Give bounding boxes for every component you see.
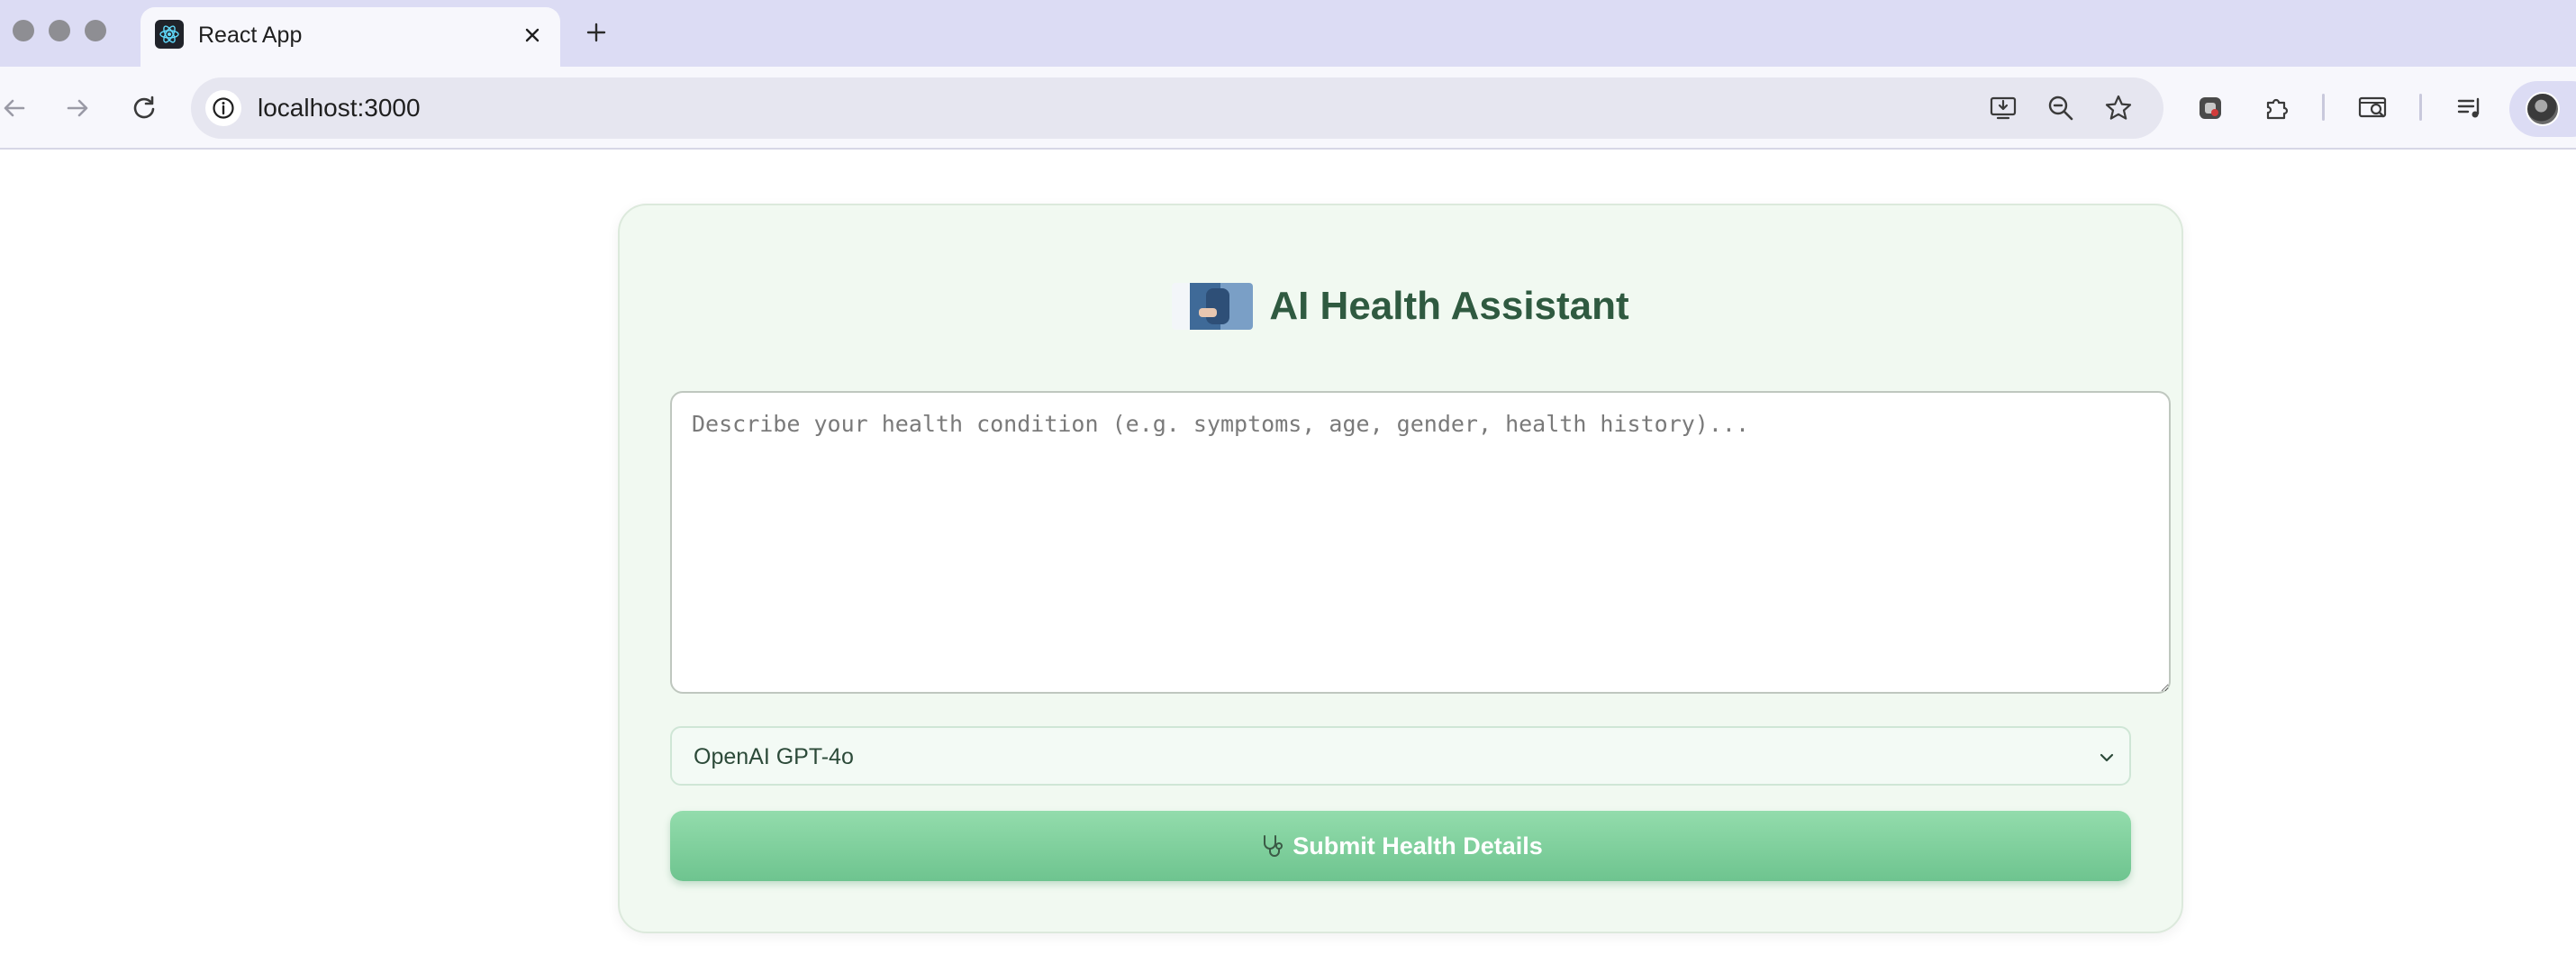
doctor-image bbox=[1172, 283, 1254, 330]
toolbar-divider bbox=[2322, 94, 2325, 121]
health-condition-textarea[interactable] bbox=[670, 391, 2171, 694]
react-logo-icon bbox=[155, 20, 184, 49]
header: AI Health Assistant bbox=[620, 281, 2181, 332]
extension-icon[interactable] bbox=[2192, 90, 2228, 126]
new-tab-plus-icon[interactable] bbox=[580, 16, 612, 49]
address-url[interactable]: localhost:3000 bbox=[258, 93, 421, 123]
zoom-out-icon[interactable] bbox=[2043, 90, 2079, 126]
forward-arrow-icon[interactable] bbox=[59, 90, 95, 126]
address-bar[interactable]: localhost:3000 bbox=[191, 77, 2163, 139]
browser-toolbar: localhost:3000 bbox=[0, 67, 2576, 150]
stethoscope-icon bbox=[1258, 832, 1285, 859]
page-title: AI Health Assistant bbox=[1269, 284, 1629, 328]
window-minimize-dot[interactable] bbox=[49, 20, 70, 41]
puzzle-extensions-icon[interactable] bbox=[2259, 90, 2295, 126]
window-close-dot[interactable] bbox=[13, 20, 34, 41]
model-select[interactable]: OpenAI GPT-4o bbox=[670, 726, 2131, 786]
health-assistant-card: AI Health Assistant OpenAI GPT-4o Submit… bbox=[618, 204, 2183, 933]
browser-tab-bar: React App bbox=[0, 0, 2576, 67]
chevron-down-icon bbox=[2095, 746, 2118, 769]
tab-search-icon[interactable] bbox=[2354, 90, 2390, 126]
profile-button[interactable] bbox=[2509, 81, 2576, 137]
submit-button-label: Submit Health Details bbox=[1293, 832, 1543, 859]
tab-title: React App bbox=[198, 23, 303, 48]
reload-icon[interactable] bbox=[126, 90, 162, 126]
close-tab-icon[interactable] bbox=[519, 22, 546, 49]
toolbar-divider bbox=[2419, 94, 2422, 121]
browser-tab[interactable]: React App bbox=[141, 7, 560, 67]
install-app-icon[interactable] bbox=[1985, 90, 2021, 126]
bookmark-star-icon[interactable] bbox=[2100, 90, 2136, 126]
media-controls-icon[interactable] bbox=[2452, 90, 2488, 126]
submit-health-details-button[interactable]: Submit Health Details bbox=[670, 811, 2131, 881]
site-info-icon[interactable] bbox=[205, 90, 241, 126]
profile-avatar bbox=[2526, 92, 2560, 126]
back-arrow-icon[interactable] bbox=[0, 90, 32, 126]
window-zoom-dot[interactable] bbox=[85, 20, 106, 41]
model-select-value: OpenAI GPT-4o bbox=[694, 744, 854, 769]
